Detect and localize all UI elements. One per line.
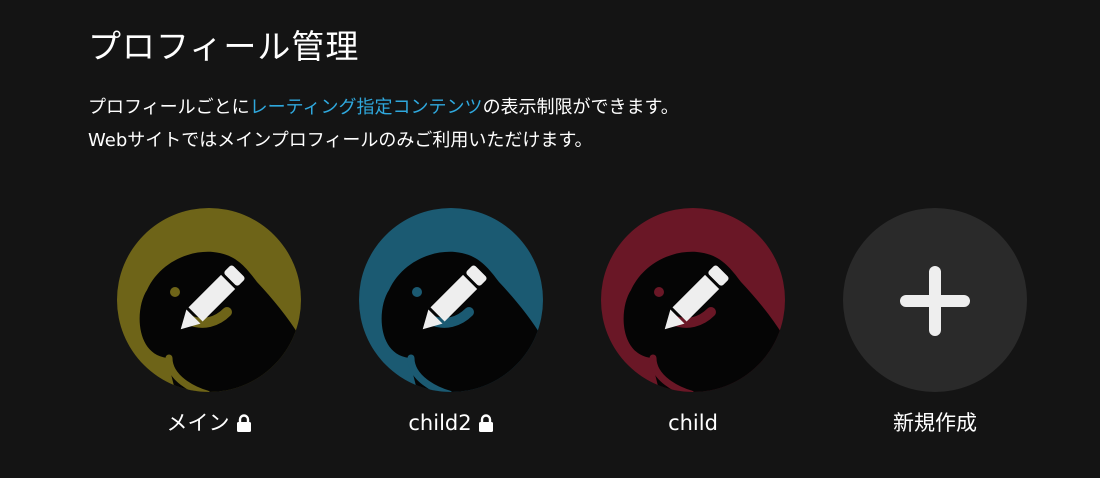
description: プロフィールごとにレーティング指定コンテンツの表示制限ができます。 Webサイト… — [88, 91, 679, 157]
profile-avatar[interactable] — [601, 208, 785, 392]
add-profile-button[interactable] — [843, 208, 1027, 392]
profile-name: メイン — [166, 411, 230, 435]
lock-icon — [478, 414, 493, 432]
profile-name-row: メイン — [117, 409, 301, 437]
profile-name-row: 新規作成 — [843, 409, 1027, 437]
profile-name-row: child2 — [359, 409, 543, 437]
lock-icon — [236, 414, 251, 432]
profile-name: child — [668, 411, 718, 435]
profile-avatar[interactable] — [117, 208, 301, 392]
pencil-icon — [180, 265, 245, 330]
pencil-icon — [422, 265, 487, 330]
page-title: プロフィール管理 — [88, 27, 360, 66]
plus-icon — [900, 266, 970, 336]
description-prefix: プロフィールごとに — [88, 97, 250, 118]
description-line-1: プロフィールごとにレーティング指定コンテンツの表示制限ができます。 — [88, 91, 679, 124]
description-line-2: Webサイトではメインプロフィールのみご利用いただけます。 — [88, 130, 593, 151]
profile-child2[interactable]: child2 — [359, 208, 543, 437]
rating-content-link[interactable]: レーティング指定コンテンツ — [250, 97, 483, 118]
add-profile-label: 新規作成 — [893, 411, 977, 435]
profile-main[interactable]: メイン — [117, 208, 301, 437]
profile-name: child2 — [408, 411, 472, 435]
add-profile[interactable]: 新規作成 — [843, 208, 1027, 437]
profile-avatar[interactable] — [359, 208, 543, 392]
profile-list: メイン child2 child 新規作成 — [0, 208, 1100, 448]
profile-child[interactable]: child — [601, 208, 785, 437]
description-suffix: の表示制限ができます。 — [482, 97, 679, 118]
profile-name-row: child — [601, 409, 785, 437]
pencil-icon — [664, 265, 729, 330]
